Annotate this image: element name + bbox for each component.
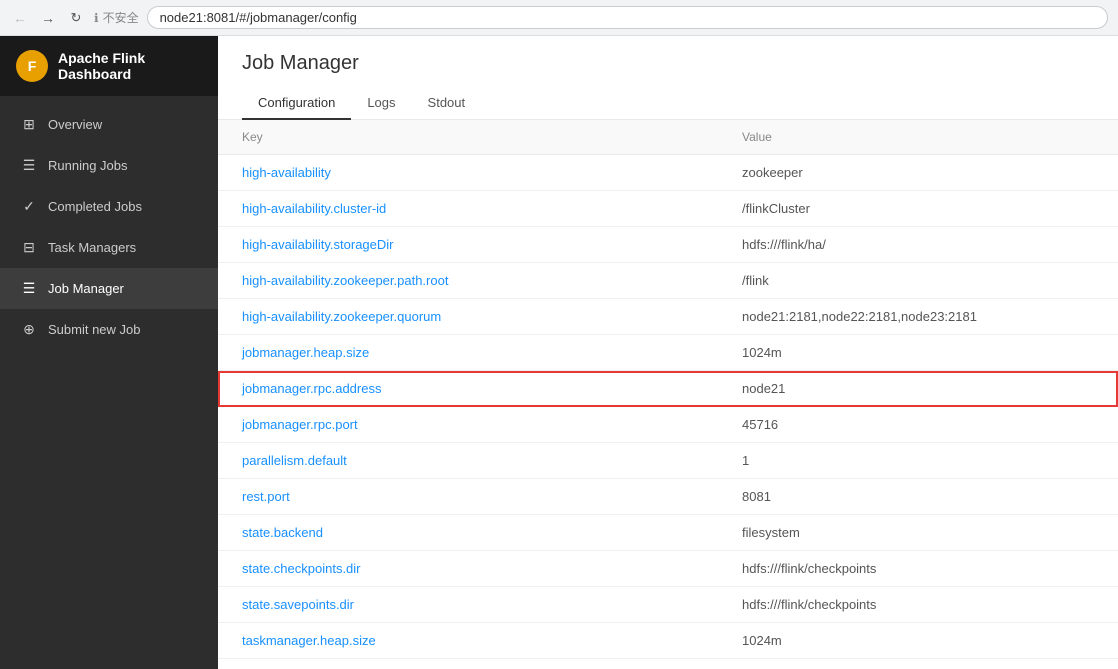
forward-button[interactable]: → (38, 8, 58, 28)
row-value-7: 45716 (718, 407, 1118, 443)
sidebar-item-submit-new-job[interactable]: ⊕ Submit new Job (0, 309, 218, 350)
table-row: high-availability.cluster-id/flinkCluste… (218, 191, 1118, 227)
app-logo: F (16, 50, 48, 82)
table-row: taskmanager.numberOfTaskSlots2 (218, 659, 1118, 669)
page-header: Job Manager ConfigurationLogsStdout (218, 36, 1118, 120)
table-row: jobmanager.rpc.port45716 (218, 407, 1118, 443)
row-key-2: high-availability.storageDir (218, 227, 718, 263)
sidebar-label-running-jobs: Running Jobs (48, 158, 128, 173)
table-row: state.checkpoints.dirhdfs:///flink/check… (218, 551, 1118, 587)
back-button[interactable]: ← (10, 8, 30, 28)
sidebar-label-completed-jobs: Completed Jobs (48, 199, 142, 214)
table-row: high-availability.zookeeper.path.root/fl… (218, 263, 1118, 299)
url-text: node21:8081/#/jobmanager/config (160, 10, 357, 25)
row-value-12: hdfs:///flink/checkpoints (718, 587, 1118, 623)
sidebar-header: F Apache Flink Dashboard (0, 36, 218, 96)
row-value-6: node21 (718, 371, 1118, 407)
row-value-11: hdfs:///flink/checkpoints (718, 551, 1118, 587)
security-info: ℹ 不安全 (94, 9, 139, 26)
col-header-0: Key (218, 120, 718, 155)
tab-stdout[interactable]: Stdout (412, 87, 482, 120)
config-table: KeyValue high-availabilityzookeeperhigh-… (218, 120, 1118, 669)
tab-logs[interactable]: Logs (351, 87, 411, 120)
row-value-13: 1024m (718, 623, 1118, 659)
row-key-11: state.checkpoints.dir (218, 551, 718, 587)
sidebar-item-running-jobs[interactable]: ☰ Running Jobs (0, 145, 218, 186)
row-value-10: filesystem (718, 515, 1118, 551)
sidebar-item-overview[interactable]: ⊞ Overview (0, 104, 218, 145)
row-value-3: /flink (718, 263, 1118, 299)
row-value-1: /flinkCluster (718, 191, 1118, 227)
completed-jobs-icon: ✓ (20, 198, 38, 215)
row-key-14: taskmanager.numberOfTaskSlots (218, 659, 718, 669)
table-row: jobmanager.rpc.addressnode21 (218, 371, 1118, 407)
col-header-1: Value (718, 120, 1118, 155)
sidebar-label-task-managers: Task Managers (48, 240, 136, 255)
table-row: high-availabilityzookeeper (218, 155, 1118, 191)
row-key-8: parallelism.default (218, 443, 718, 479)
sidebar-label-job-manager: Job Manager (48, 281, 124, 296)
table-container[interactable]: KeyValue high-availabilityzookeeperhigh-… (218, 120, 1118, 669)
sidebar: F Apache Flink Dashboard ⊞ Overview ☰ Runni… (0, 36, 218, 669)
table-row: parallelism.default1 (218, 443, 1118, 479)
address-bar[interactable]: node21:8081/#/jobmanager/config (147, 6, 1108, 29)
table-row: taskmanager.heap.size1024m (218, 623, 1118, 659)
sidebar-nav: ⊞ Overview ☰ Running Jobs ✓ Completed Jobs ⊟ Ta… (0, 96, 218, 669)
sidebar-item-task-managers[interactable]: ⊟ Task Managers (0, 227, 218, 268)
tab-configuration[interactable]: Configuration (242, 87, 351, 120)
row-key-12: state.savepoints.dir (218, 587, 718, 623)
sidebar-item-completed-jobs[interactable]: ✓ Completed Jobs (0, 186, 218, 227)
row-value-9: 8081 (718, 479, 1118, 515)
row-key-13: taskmanager.heap.size (218, 623, 718, 659)
row-value-14: 2 (718, 659, 1118, 669)
table-row: state.savepoints.dirhdfs:///flink/checkp… (218, 587, 1118, 623)
table-body: high-availabilityzookeeperhigh-availabil… (218, 155, 1118, 669)
overview-icon: ⊞ (20, 116, 38, 133)
reload-button[interactable]: ↻ (66, 8, 86, 28)
row-key-0: high-availability (218, 155, 718, 191)
row-value-2: hdfs:///flink/ha/ (718, 227, 1118, 263)
page-title: Job Manager (242, 52, 1094, 75)
app-container: F Apache Flink Dashboard ⊞ Overview ☰ Runni… (0, 36, 1118, 669)
row-key-7: jobmanager.rpc.port (218, 407, 718, 443)
row-key-4: high-availability.zookeeper.quorum (218, 299, 718, 335)
row-value-5: 1024m (718, 335, 1118, 371)
security-label: 不安全 (103, 9, 139, 26)
row-value-0: zookeeper (718, 155, 1118, 191)
row-key-9: rest.port (218, 479, 718, 515)
row-key-1: high-availability.cluster-id (218, 191, 718, 227)
table-header-row: KeyValue (218, 120, 1118, 155)
row-key-6: jobmanager.rpc.address (218, 371, 718, 407)
main-content: Job Manager ConfigurationLogsStdout KeyV… (218, 36, 1118, 669)
task-managers-icon: ⊟ (20, 239, 38, 256)
row-key-10: state.backend (218, 515, 718, 551)
table-row: high-availability.zookeeper.quorumnode21… (218, 299, 1118, 335)
browser-chrome: ← → ↻ ℹ 不安全 node21:8081/#/jobmanager/con… (0, 0, 1118, 36)
table-row: high-availability.storageDirhdfs:///flin… (218, 227, 1118, 263)
sidebar-label-submit-new-job: Submit new Job (48, 322, 141, 337)
table-row: state.backendfilesystem (218, 515, 1118, 551)
tabs-container: ConfigurationLogsStdout (242, 87, 1094, 119)
row-key-3: high-availability.zookeeper.path.root (218, 263, 718, 299)
table-row: jobmanager.heap.size1024m (218, 335, 1118, 371)
running-jobs-icon: ☰ (20, 157, 38, 174)
row-key-5: jobmanager.heap.size (218, 335, 718, 371)
sidebar-label-overview: Overview (48, 117, 102, 132)
row-value-4: node21:2181,node22:2181,node23:2181 (718, 299, 1118, 335)
info-icon: ℹ (94, 11, 99, 25)
sidebar-item-job-manager[interactable]: ☰ Job Manager (0, 268, 218, 309)
job-manager-icon: ☰ (20, 280, 38, 297)
table-row: rest.port8081 (218, 479, 1118, 515)
submit-new-job-icon: ⊕ (20, 321, 38, 338)
row-value-8: 1 (718, 443, 1118, 479)
app-title: Apache Flink Dashboard (58, 50, 202, 82)
